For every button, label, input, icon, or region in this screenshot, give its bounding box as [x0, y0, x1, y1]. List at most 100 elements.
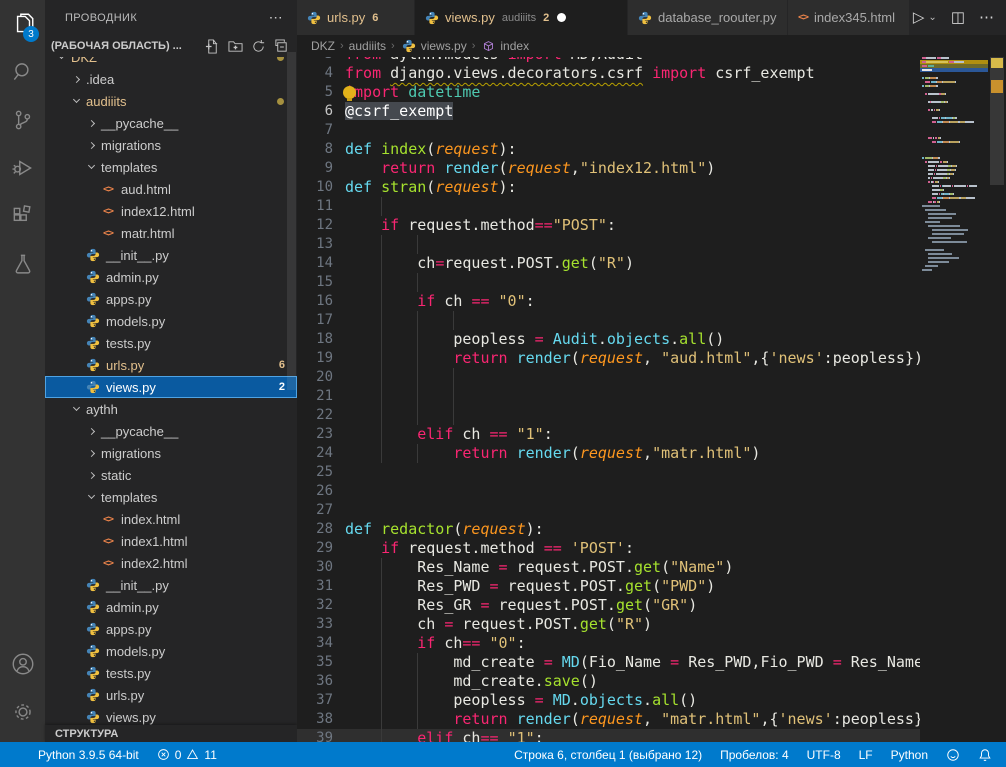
- tree-file-index2.html[interactable]: <>index2.html: [45, 552, 297, 574]
- code-line-12[interactable]: 12 if request.method=="POST":: [297, 216, 988, 235]
- split-editor-icon[interactable]: ◫: [951, 10, 965, 25]
- indentation-status[interactable]: Пробелов: 4: [720, 748, 789, 762]
- code-line-15[interactable]: 15: [297, 273, 988, 292]
- run-button[interactable]: ▷: [913, 10, 925, 25]
- tree-folder-static[interactable]: static: [45, 464, 297, 486]
- tree-folder-templates[interactable]: templates: [45, 156, 297, 178]
- tree-file-urls.py[interactable]: urls.py6: [45, 354, 297, 376]
- code-line-5[interactable]: 5import datetime: [297, 83, 988, 102]
- workspace-section-header[interactable]: (РАБОЧАЯ ОБЛАСТЬ) ...: [45, 35, 297, 57]
- new-file-icon[interactable]: [205, 39, 220, 54]
- tree-file-index.html[interactable]: <>index.html: [45, 508, 297, 530]
- code-editor[interactable]: 3from aythh.models import MD,Audit4from …: [297, 57, 1006, 742]
- code-line-20[interactable]: 20: [297, 368, 988, 387]
- search-icon[interactable]: [0, 48, 45, 96]
- python-interpreter-status[interactable]: Python 3.9.5 64-bit: [38, 748, 139, 762]
- code-line-30[interactable]: 30 Res_Name = request.POST.get("Name"): [297, 558, 988, 577]
- tree-file-models.py[interactable]: models.py: [45, 310, 297, 332]
- notifications-bell-icon[interactable]: [978, 748, 992, 762]
- code-line-22[interactable]: 22: [297, 406, 988, 425]
- breadcrumb-file[interactable]: views.py: [421, 39, 467, 53]
- code-line-29[interactable]: 29 if request.method == 'POST':: [297, 539, 988, 558]
- tree-folder-DKZ[interactable]: DKZ: [45, 57, 297, 68]
- tab-index345.html[interactable]: <>index345.html: [788, 0, 910, 35]
- run-debug-icon[interactable]: [0, 144, 45, 192]
- tree-folder-migrations[interactable]: migrations: [45, 442, 297, 464]
- code-line-13[interactable]: 13: [297, 235, 988, 254]
- sidebar-scrollbar[interactable]: [287, 52, 296, 390]
- run-dropdown-icon[interactable]: ⌄: [928, 13, 936, 23]
- cursor-position-status[interactable]: Строка 6, столбец 1 (выбрано 12): [514, 748, 702, 762]
- code-line-8[interactable]: 8def index(request):: [297, 140, 988, 159]
- problems-status[interactable]: 0 11: [157, 748, 217, 762]
- code-line-36[interactable]: 36 md_create.save(): [297, 672, 988, 691]
- code-line-18[interactable]: 18 peopless = Audit.objects.all(): [297, 330, 988, 349]
- code-line-39[interactable]: 39 elif ch== "1":: [297, 729, 988, 742]
- code-line-7[interactable]: 7: [297, 121, 988, 140]
- code-line-11[interactable]: 11: [297, 197, 988, 216]
- tree-file-views.py[interactable]: views.py: [45, 706, 297, 725]
- more-actions-icon[interactable]: ⋯: [979, 10, 994, 25]
- tree-folder-__pycache__[interactable]: __pycache__: [45, 112, 297, 134]
- tree-file-admin.py[interactable]: admin.py: [45, 596, 297, 618]
- editor-scrollbar[interactable]: [988, 57, 1006, 742]
- code-line-37[interactable]: 37 peopless = MD.objects.all(): [297, 691, 988, 710]
- tree-file-apps.py[interactable]: apps.py: [45, 288, 297, 310]
- tree-folder-aythh[interactable]: aythh: [45, 398, 297, 420]
- tree-file-views.py[interactable]: views.py2: [45, 376, 297, 398]
- minimap[interactable]: [920, 57, 988, 742]
- tree-folder-templates[interactable]: templates: [45, 486, 297, 508]
- scrollbar-thumb[interactable]: [990, 57, 1004, 185]
- account-icon[interactable]: [0, 640, 45, 688]
- code-line-31[interactable]: 31 Res_PWD = request.POST.get("PWD"): [297, 577, 988, 596]
- language-mode-status[interactable]: Python: [891, 748, 928, 762]
- code-line-4[interactable]: 4from django.views.decorators.csrf impor…: [297, 64, 988, 83]
- code-line-17[interactable]: 17: [297, 311, 988, 330]
- source-control-icon[interactable]: [0, 96, 45, 144]
- outline-section-header[interactable]: СТРУКТУРА: [45, 725, 297, 742]
- code-line-32[interactable]: 32 Res_GR = request.POST.get("GR"): [297, 596, 988, 615]
- code-line-10[interactable]: 10def stran(request):: [297, 178, 988, 197]
- code-line-34[interactable]: 34 if ch== "0":: [297, 634, 988, 653]
- breadcrumb-folder[interactable]: DKZ: [311, 39, 335, 53]
- code-line-25[interactable]: 25: [297, 463, 988, 482]
- explorer-more-actions-icon[interactable]: ⋯: [269, 9, 283, 26]
- tree-folder-migrations[interactable]: migrations: [45, 134, 297, 156]
- code-line-24[interactable]: 24 return render(request,"matr.html"): [297, 444, 988, 463]
- tree-file-aud.html[interactable]: <>aud.html: [45, 178, 297, 200]
- settings-gear-icon[interactable]: [0, 688, 45, 736]
- code-line-27[interactable]: 27: [297, 501, 988, 520]
- tree-file-apps.py[interactable]: apps.py: [45, 618, 297, 640]
- testing-icon[interactable]: [0, 240, 45, 288]
- new-folder-icon[interactable]: [228, 39, 243, 54]
- tree-file-urls.py[interactable]: urls.py: [45, 684, 297, 706]
- eol-status[interactable]: LF: [859, 748, 873, 762]
- code-line-14[interactable]: 14 ch=request.POST.get("R"): [297, 254, 988, 273]
- tab-views.py[interactable]: views.pyaudiiits2: [415, 0, 628, 35]
- tree-file-index1.html[interactable]: <>index1.html: [45, 530, 297, 552]
- extensions-icon[interactable]: [0, 192, 45, 240]
- breadcrumb-folder[interactable]: audiiits: [349, 39, 386, 53]
- code-line-16[interactable]: 16 if ch == "0":: [297, 292, 988, 311]
- tree-file-index12.html[interactable]: <>index12.html: [45, 200, 297, 222]
- tree-file-__init__.py[interactable]: __init__.py: [45, 244, 297, 266]
- code-line-38[interactable]: 38 return render(request, "matr.html",{'…: [297, 710, 988, 729]
- explorer-icon[interactable]: 3: [0, 0, 45, 48]
- code-line-6[interactable]: 6@csrf_exempt: [297, 102, 988, 121]
- tree-file-tests.py[interactable]: tests.py: [45, 662, 297, 684]
- code-line-33[interactable]: 33 ch = request.POST.get("R"): [297, 615, 988, 634]
- code-line-26[interactable]: 26: [297, 482, 988, 501]
- code-line-9[interactable]: 9 return render(request,"index12.html"): [297, 159, 988, 178]
- code-line-23[interactable]: 23 elif ch == "1":: [297, 425, 988, 444]
- tree-file-tests.py[interactable]: tests.py: [45, 332, 297, 354]
- code-line-21[interactable]: 21: [297, 387, 988, 406]
- tree-file-models.py[interactable]: models.py: [45, 640, 297, 662]
- tree-file-admin.py[interactable]: admin.py: [45, 266, 297, 288]
- code-line-28[interactable]: 28def redactor(request):: [297, 520, 988, 539]
- feedback-icon[interactable]: [946, 748, 960, 762]
- tab-urls.py[interactable]: urls.py6: [297, 0, 415, 35]
- code-line-19[interactable]: 19 return render(request, "aud.html",{'n…: [297, 349, 988, 368]
- tree-file-__init__.py[interactable]: __init__.py: [45, 574, 297, 596]
- encoding-status[interactable]: UTF-8: [807, 748, 841, 762]
- refresh-icon[interactable]: [251, 39, 266, 54]
